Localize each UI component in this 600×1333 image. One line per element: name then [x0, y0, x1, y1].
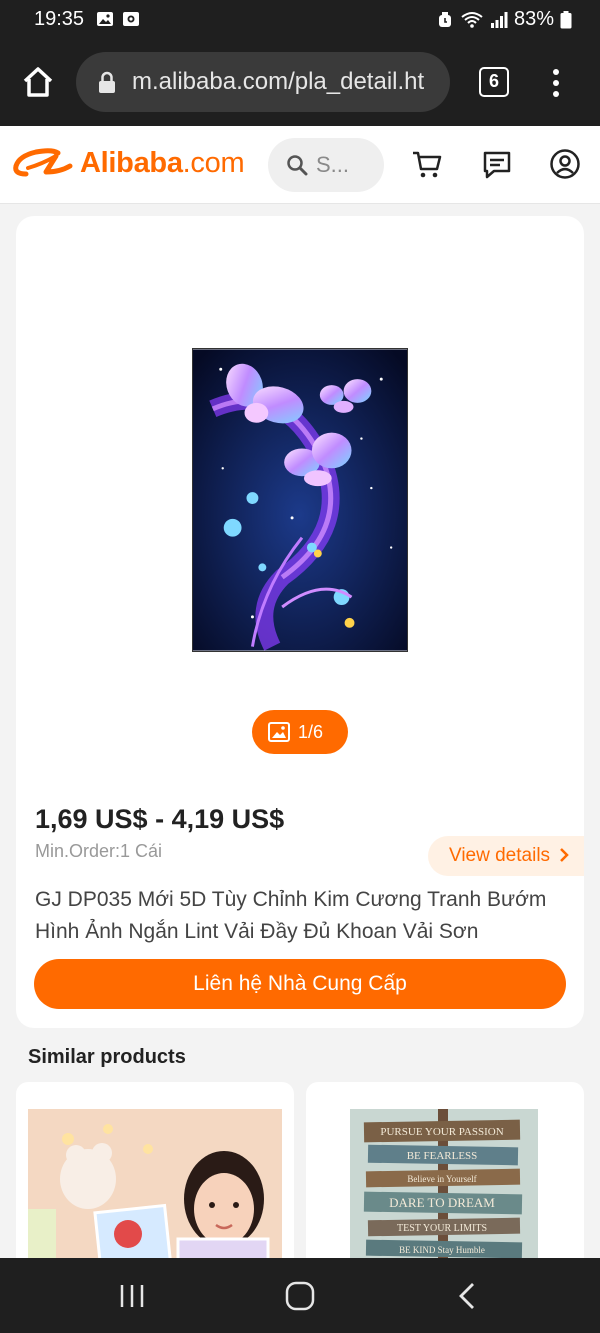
back-icon[interactable] — [452, 1280, 484, 1312]
view-details-button[interactable]: View details — [428, 836, 584, 876]
min-order: Min.Order:1 Cái — [35, 841, 163, 861]
similar-product-card[interactable] — [16, 1082, 294, 1282]
sign-line: BE FEARLESS — [407, 1150, 478, 1162]
image-icon — [268, 722, 290, 742]
contact-supplier-button[interactable]: Liên hệ Nhà Cung Cấp — [34, 959, 566, 1009]
browser-toolbar: m.alibaba.com/pla_detail.ht 6 — [0, 38, 600, 126]
alibaba-logo-mark-icon — [13, 148, 73, 177]
search-placeholder: S... — [316, 152, 350, 177]
battery-percent: 83% — [513, 8, 554, 30]
signal-icon — [490, 11, 508, 28]
product-card: 1/6 1,69 US$ - 4,19 US$ Min.Order:1 Cái … — [16, 216, 584, 1028]
product-title: GJ DP035 Mới 5D Tùy Chỉnh Kim Cương Tran… — [35, 888, 547, 943]
home-nav-icon[interactable] — [284, 1280, 316, 1312]
sign-line: TEST YOUR LIMITS — [397, 1223, 487, 1234]
search-icon — [287, 155, 308, 176]
product-image[interactable] — [192, 348, 408, 652]
home-icon[interactable] — [20, 64, 56, 100]
status-bar: 19:35 83% — [0, 0, 600, 38]
screenshot-notification-icon — [123, 12, 139, 26]
alarm-icon — [438, 11, 451, 27]
tab-switcher-button[interactable]: 6 — [479, 67, 509, 97]
address-bar[interactable]: m.alibaba.com/pla_detail.ht — [76, 52, 450, 112]
system-icons: 83% — [436, 8, 572, 31]
similar-product-card[interactable]: PURSUE YOUR PASSION BE FEARLESS Believe … — [306, 1082, 584, 1282]
lock-icon — [99, 71, 115, 93]
image-counter-text: 1/6 — [298, 722, 324, 742]
status-time: 19:35 — [34, 8, 85, 30]
search-box[interactable]: S... — [268, 138, 384, 192]
notification-icons — [96, 10, 140, 28]
similar-product-image: PURSUE YOUR PASSION BE FEARLESS Believe … — [350, 1109, 538, 1282]
sign-line: BE KIND Stay Humble — [399, 1245, 485, 1255]
sign-line: DARE TO DREAM — [389, 1195, 495, 1210]
account-icon[interactable] — [549, 148, 581, 180]
site-header: Alibaba.com S... — [0, 126, 600, 204]
wifi-icon — [461, 11, 483, 28]
chevron-right-icon — [560, 848, 570, 862]
similar-products-heading: Similar products — [28, 1046, 186, 1068]
messages-icon[interactable] — [481, 148, 513, 180]
recent-apps-icon[interactable] — [116, 1280, 148, 1312]
url-text: m.alibaba.com/pla_detail.ht — [132, 68, 425, 95]
similar-product-image — [28, 1109, 282, 1282]
system-navigation-bar — [0, 1258, 600, 1333]
price-range: 1,69 US$ - 4,19 US$ — [35, 804, 285, 834]
cart-icon[interactable] — [411, 148, 443, 180]
alibaba-logo[interactable]: Alibaba.com — [12, 146, 245, 180]
battery-icon — [560, 10, 572, 28]
image-counter[interactable]: 1/6 — [252, 710, 348, 754]
more-options-icon[interactable] — [548, 68, 564, 98]
view-details-label: View details — [449, 845, 551, 866]
sign-line: PURSUE YOUR PASSION — [380, 1126, 503, 1138]
sign-line: Believe in Yourself — [407, 1174, 476, 1184]
gallery-notification-icon — [97, 12, 113, 26]
logo-text: Alibaba.com — [80, 146, 245, 179]
